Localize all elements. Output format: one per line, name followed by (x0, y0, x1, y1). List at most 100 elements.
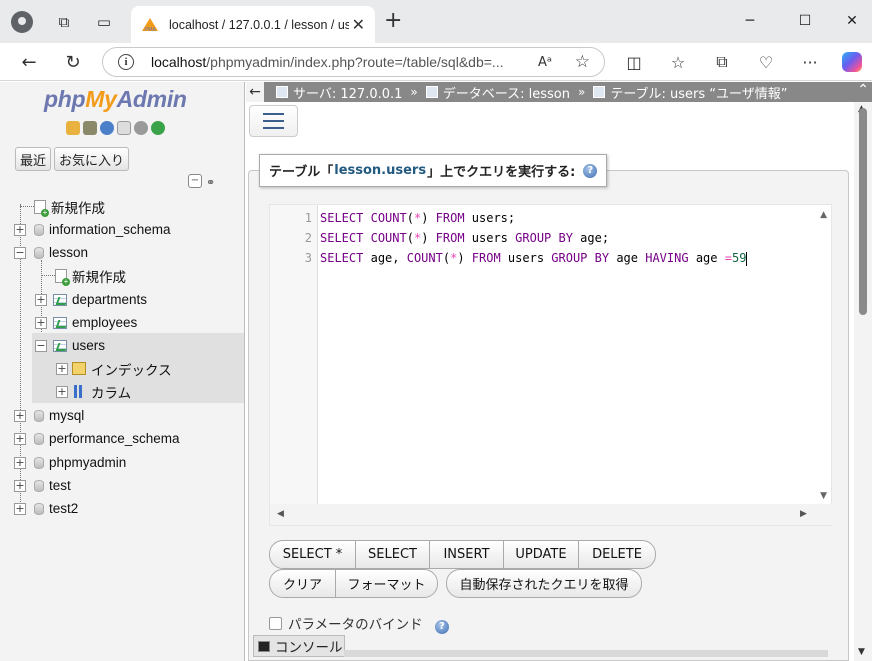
maximize-button[interactable]: ☐ (790, 10, 820, 32)
bind-parameters-checkbox[interactable] (269, 617, 282, 630)
table-icon (593, 86, 606, 98)
tree-node-test[interactable]: + test (14, 474, 71, 497)
expand-icon[interactable]: + (56, 385, 68, 398)
expand-icon[interactable]: + (14, 409, 26, 422)
update-button[interactable]: UPDATE (503, 540, 579, 569)
tree-node-employees[interactable]: + employees (35, 311, 137, 334)
breadcrumb-table[interactable]: テーブル: users “ユーザ情報” (610, 83, 787, 102)
collapse-icon[interactable]: − (14, 246, 26, 259)
refresh-icon[interactable]: ↻ (60, 49, 86, 75)
line-number: 3 (304, 251, 312, 265)
expand-icon[interactable]: + (14, 432, 26, 445)
editor-scroll-down-icon[interactable]: ▼ (820, 491, 827, 501)
favorite-star-icon[interactable]: ☆ (575, 52, 590, 72)
tree-node-mysql[interactable]: + mysql (14, 404, 84, 427)
browser-essentials-icon[interactable]: ♡ (755, 51, 777, 73)
editor-horizontal-scrollbar[interactable]: ◀ ▶ (270, 504, 833, 525)
page-scroll-thumb[interactable] (859, 108, 867, 315)
collapse-sidebar-icon[interactable]: ← (246, 82, 264, 102)
sql-line-3: SELECT age, COUNT(*) FROM users GROUP BY… (320, 251, 748, 266)
console-icon (258, 640, 270, 652)
insert-button[interactable]: INSERT (429, 540, 504, 569)
help-icon[interactable] (100, 121, 114, 135)
logout-icon[interactable] (83, 121, 97, 135)
tab-actions-icon[interactable]: ▭ (92, 10, 116, 34)
breadcrumb-database[interactable]: データベース: lesson (443, 83, 570, 102)
sql-line-1: SELECT COUNT(*) FROM users; (320, 211, 516, 225)
expand-icon[interactable]: + (56, 362, 68, 375)
page-vertical-scrollbar[interactable]: ▲ ▼ (854, 102, 872, 661)
tree-node-lesson-new[interactable]: 新規作成 (55, 264, 126, 287)
workspaces-icon[interactable]: ⧉ (52, 10, 76, 34)
tree-node-new[interactable]: 新規作成 (34, 195, 105, 218)
sql-editor[interactable]: 1 2 3 SELECT COUNT(*) FROM users; SELECT… (269, 204, 833, 526)
tree-node-lesson[interactable]: − lesson (14, 241, 88, 264)
home-icon[interactable] (66, 121, 80, 135)
editor-scroll-up-icon[interactable]: ▲ (820, 210, 827, 220)
delete-button[interactable]: DELETE (578, 540, 656, 569)
close-window-button[interactable]: ✕ (837, 10, 867, 32)
svg-text:PMA: PMA (145, 27, 156, 33)
select-button[interactable]: SELECT (355, 540, 430, 569)
url-field[interactable]: i localhost/phpmyadmin/index.php?route=/… (102, 47, 605, 77)
documentation-icon[interactable] (117, 121, 131, 135)
tree-node-phpmyadmin[interactable]: + phpmyadmin (14, 451, 126, 474)
tab-close-icon[interactable]: ✕ (352, 15, 365, 34)
expand-icon[interactable]: + (14, 456, 26, 469)
tree-node-users[interactable]: − users (35, 334, 105, 357)
favorites-button[interactable]: お気に入り (54, 147, 130, 171)
minimize-button[interactable]: ─ (735, 10, 765, 32)
clear-button[interactable]: クリア (269, 569, 336, 598)
back-icon[interactable]: ← (16, 49, 42, 75)
site-info-icon[interactable]: i (118, 54, 134, 70)
console-toggle[interactable]: コンソール (253, 635, 345, 657)
table-icon (53, 293, 67, 306)
database-icon (34, 432, 44, 445)
help-icon[interactable]: ? (583, 163, 598, 178)
expand-icon[interactable]: + (14, 502, 26, 515)
tree-node-columns[interactable]: + カラム (56, 380, 131, 403)
tree-node-departments[interactable]: + departments (35, 288, 147, 311)
tree-node-information-schema[interactable]: + information_schema (14, 218, 171, 241)
reload-icon[interactable] (151, 121, 165, 135)
breadcrumb-server[interactable]: サーバ: 127.0.0.1 (293, 83, 402, 102)
settings-gear-icon[interactable] (134, 121, 148, 135)
tree-node-indexes[interactable]: + インデックス (56, 357, 172, 380)
phpmyadmin-favicon-icon: PMA (141, 17, 159, 33)
phpmyadmin-logo[interactable]: phpMyAdmin (44, 86, 187, 113)
bind-parameters-label[interactable]: パラメータのバインド ? (288, 613, 449, 634)
collections-icon[interactable]: ⧉ (711, 51, 733, 73)
pma-main-content: ← サーバ: 127.0.0.1 » データベース: lesson » テーブル… (246, 82, 872, 661)
tab-title: localhost / 127.0.0.1 / lesson / users (169, 17, 349, 32)
read-aloud-icon[interactable]: Aᵃ (538, 55, 552, 70)
expand-icon[interactable]: + (14, 479, 26, 492)
select-star-button[interactable]: SELECT * (269, 540, 356, 569)
scroll-left-icon[interactable]: ◀ (277, 509, 284, 519)
format-button[interactable]: フォーマット (335, 569, 438, 598)
help-icon[interactable]: ? (434, 619, 449, 634)
get-autosaved-query-button[interactable]: 自動保存されたクエリを取得 (446, 569, 642, 598)
more-menu-icon[interactable]: ··· (799, 51, 821, 73)
scroll-top-icon[interactable]: ⌃ (857, 82, 869, 98)
recent-button[interactable]: 最近 (15, 147, 52, 171)
copilot-icon[interactable] (841, 51, 863, 73)
profile-icon[interactable] (10, 10, 34, 34)
expand-icon[interactable]: + (35, 293, 47, 306)
tree-node-test2[interactable]: + test2 (14, 497, 78, 520)
collapse-icon[interactable]: − (35, 339, 47, 352)
address-toolbar: ← ↻ i localhost/phpmyadmin/index.php?rou… (0, 43, 872, 81)
menu-hamburger-button[interactable] (249, 105, 298, 137)
scroll-right-icon[interactable]: ▶ (800, 509, 807, 519)
page-scroll-down-icon[interactable]: ▼ (858, 647, 865, 657)
database-icon (34, 456, 44, 469)
console-bar (344, 650, 828, 657)
expand-icon[interactable]: + (14, 223, 26, 236)
link-with-main-icon[interactable]: ⚭ (206, 176, 215, 189)
new-tab-button[interactable]: + (384, 10, 402, 32)
expand-icon[interactable]: + (35, 316, 47, 329)
split-screen-icon[interactable]: ◫ (623, 51, 645, 73)
collapse-all-icon[interactable]: − (188, 174, 202, 188)
browser-tab-active[interactable]: PMA localhost / 127.0.0.1 / lesson / use… (131, 6, 375, 43)
tree-node-performance-schema[interactable]: + performance_schema (14, 427, 180, 450)
favorites-icon[interactable]: ☆ (667, 51, 689, 73)
